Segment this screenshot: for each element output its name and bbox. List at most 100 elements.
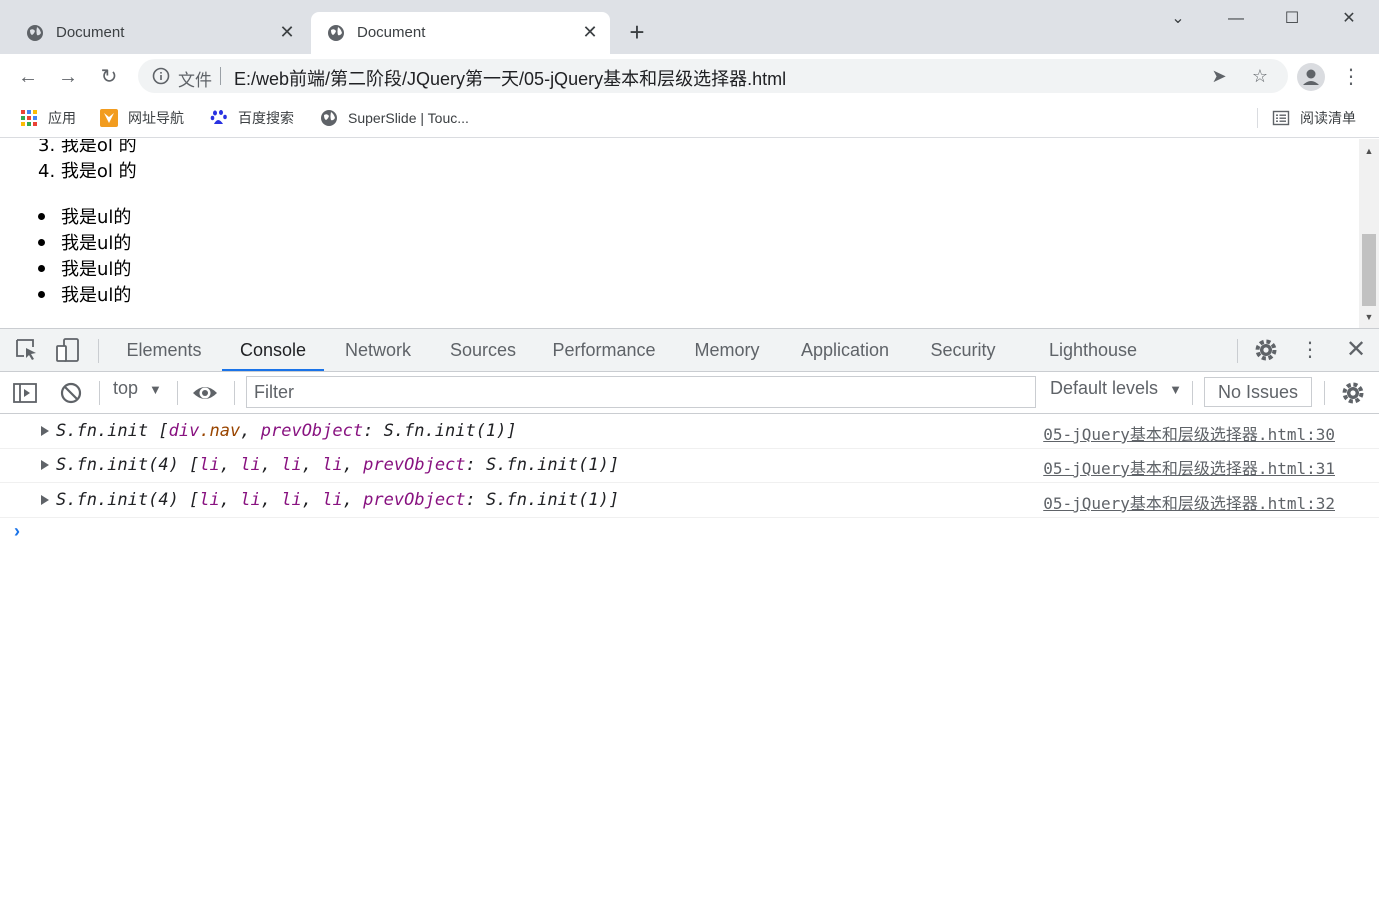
bookmark-baidu[interactable]: 百度搜索 <box>210 108 294 128</box>
reading-list-button[interactable]: 阅读清单 <box>1272 108 1356 128</box>
tab-performance[interactable]: Performance <box>543 329 665 371</box>
log-token: S.fn.init(4) [ <box>56 455 200 475</box>
scroll-up-icon[interactable]: ▲ <box>1359 143 1379 159</box>
maximize-button[interactable]: ☐ <box>1272 4 1312 34</box>
scroll-down-icon[interactable]: ▼ <box>1359 309 1379 325</box>
devtools-more-icon[interactable]: ⋮ <box>1297 337 1323 363</box>
tab-application[interactable]: Application <box>789 329 901 371</box>
toolbar-divider <box>1324 381 1325 405</box>
browser-tab-2[interactable]: Document ✕ <box>311 12 610 54</box>
bullet <box>38 290 45 298</box>
source-link[interactable]: 05-jQuery基本和层级选择器.html:30 <box>1043 421 1335 445</box>
bookmark-nav[interactable]: 网址导航 <box>100 108 184 128</box>
levels-label: Default levels <box>1050 378 1159 398</box>
toolbar-divider <box>99 381 100 405</box>
log-token: , <box>260 455 282 475</box>
console-log-row[interactable]: S.fn.init [div.nav, prevObject: S.fn.ini… <box>0 415 1379 449</box>
context-selector[interactable]: top ▼ <box>113 378 162 399</box>
back-arrow-icon[interactable]: ← <box>13 62 43 92</box>
log-token: prevObject <box>363 490 466 510</box>
source-link[interactable]: 05-jQuery基本和层级选择器.html:32 <box>1043 490 1335 514</box>
bullet <box>38 212 45 220</box>
bookmark-apps[interactable]: 应用 <box>20 108 76 128</box>
source-link[interactable]: 05-jQuery基本和层级选择器.html:31 <box>1043 455 1335 479</box>
log-token: li <box>199 455 220 475</box>
send-icon[interactable]: ➤ <box>1208 65 1230 87</box>
ordered-list-item: 3. 我是ol 的 <box>38 139 137 156</box>
log-token: , <box>260 490 282 510</box>
scrollbar-thumb[interactable] <box>1362 234 1376 306</box>
forward-arrow-icon[interactable]: → <box>53 62 83 92</box>
list-item-text: 我是ul的 <box>61 207 132 228</box>
new-tab-button[interactable]: + <box>622 18 652 48</box>
live-expression-eye-icon[interactable] <box>192 380 218 406</box>
expand-triangle-icon[interactable] <box>41 426 49 436</box>
tab-lighthouse[interactable]: Lighthouse <box>1037 329 1149 371</box>
clear-console-icon[interactable] <box>58 380 84 406</box>
issues-button[interactable]: No Issues <box>1204 377 1312 407</box>
toolbar-divider <box>1192 381 1193 405</box>
bullet <box>38 264 45 272</box>
file-scheme-label: 文件 <box>178 71 212 90</box>
bullet <box>38 238 45 246</box>
reload-icon[interactable]: ↻ <box>94 62 124 92</box>
toolbar-divider <box>177 381 178 405</box>
unordered-list-item: 我是ul的 <box>38 284 131 308</box>
console-prompt-icon[interactable]: › <box>14 521 20 542</box>
settings-gear-icon[interactable] <box>1253 337 1279 363</box>
tab-console[interactable]: Console <box>222 329 324 371</box>
log-token: , <box>219 455 241 475</box>
baidu-paw-icon <box>210 110 227 124</box>
filter-input[interactable]: Filter <box>246 376 1036 408</box>
expand-triangle-icon[interactable] <box>41 460 49 470</box>
log-token: li <box>322 490 343 510</box>
bookmark-superslide[interactable]: SuperSlide | Touc... <box>320 108 469 128</box>
tab-sources[interactable]: Sources <box>440 329 526 371</box>
window-close-button[interactable]: ✕ <box>1329 4 1369 34</box>
globe-icon <box>321 110 337 126</box>
browser-tab-1[interactable]: Document ✕ <box>10 12 307 54</box>
log-token: S.fn.init(4) [ <box>56 490 200 510</box>
unordered-list-item: 我是ul的 <box>38 258 131 282</box>
log-levels-dropdown[interactable]: Default levels ▼ <box>1050 378 1182 399</box>
url-text[interactable]: E:/web前端/第二阶段/JQuery第一天/05-jQuery基本和层级选择… <box>234 65 786 91</box>
browser-toolbar: ← → ↻ 文件 E:/web前端/第二阶段/JQuery第一天/05-jQue… <box>0 54 1379 100</box>
address-bar[interactable]: 文件 E:/web前端/第二阶段/JQuery第一天/05-jQuery基本和层… <box>138 59 1288 93</box>
list-item-text: 我是ul的 <box>61 285 132 306</box>
console-log-row[interactable]: S.fn.init(4) [li, li, li, li, prevObject… <box>0 449 1379 483</box>
close-tab-icon[interactable]: ✕ <box>277 22 297 42</box>
bookmark-label: 应用 <box>48 110 76 126</box>
console-settings-gear-icon[interactable] <box>1340 380 1366 406</box>
bookmark-label: 百度搜索 <box>238 110 294 126</box>
page-scrollbar[interactable]: ▲ ▼ <box>1359 139 1379 328</box>
bookmarks-bar: 应用 网址导航 百度搜索 SuperSlide | Touc... 阅读清单 <box>0 100 1379 138</box>
star-icon[interactable]: ☆ <box>1249 65 1271 87</box>
expand-triangle-icon[interactable] <box>41 495 49 505</box>
close-tab-icon[interactable]: ✕ <box>580 22 600 42</box>
profile-avatar-icon[interactable] <box>1297 63 1325 91</box>
ordered-list-item: 4. 我是ol 的 <box>38 161 137 182</box>
device-toolbar-icon[interactable] <box>55 337 81 363</box>
dropdown-arrow-icon: ▼ <box>1169 382 1182 397</box>
info-icon[interactable] <box>152 67 170 85</box>
tab-title: Document <box>56 24 125 41</box>
minimize-button[interactable]: — <box>1216 4 1256 34</box>
tab-search-icon[interactable]: ⌄ <box>1158 4 1198 34</box>
more-menu-icon[interactable]: ⋮ <box>1336 62 1366 92</box>
inspect-element-icon[interactable] <box>14 337 40 363</box>
tab-elements[interactable]: Elements <box>114 329 214 371</box>
log-token: : S.fn.init(1)] <box>465 490 620 510</box>
tab-memory[interactable]: Memory <box>683 329 771 371</box>
console-log-row[interactable]: S.fn.init(4) [li, li, li, li, prevObject… <box>0 484 1379 518</box>
tab-security[interactable]: Security <box>920 329 1006 371</box>
tab-network[interactable]: Network <box>333 329 423 371</box>
omnibox-divider <box>220 67 221 85</box>
apps-grid-icon <box>21 110 37 126</box>
log-token: , <box>240 421 261 441</box>
context-label: top <box>113 378 139 398</box>
log-token: : S.fn.init(1)] <box>363 421 517 441</box>
log-message: S.fn.init(4) [li, li, li, li, prevObject… <box>56 455 619 475</box>
console-sidebar-icon[interactable] <box>12 380 38 406</box>
close-devtools-icon[interactable]: ✕ <box>1343 337 1369 363</box>
list-item-text: 我是ul的 <box>61 233 132 254</box>
